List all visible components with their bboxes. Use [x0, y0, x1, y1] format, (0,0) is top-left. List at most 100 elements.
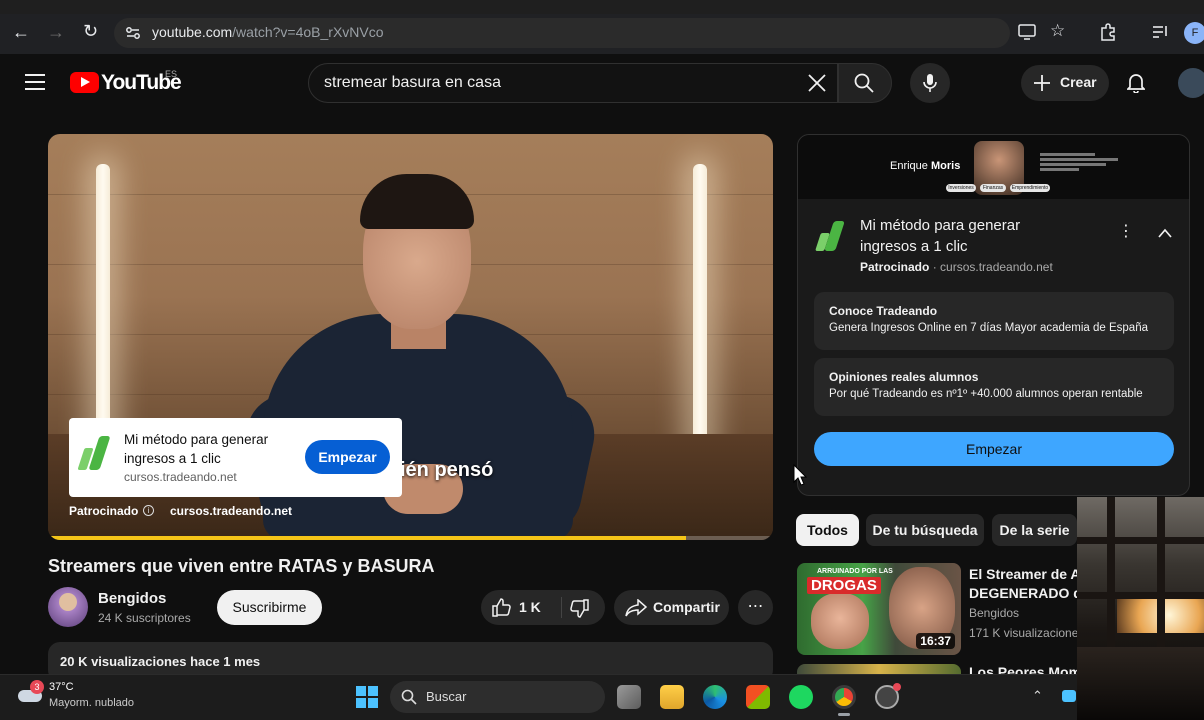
dislike-thumb-down-icon[interactable]	[569, 599, 589, 618]
companion-ad-cta-button[interactable]: Empezar	[814, 432, 1174, 466]
tray-cloud-icon[interactable]	[1062, 690, 1076, 702]
ad-banner-image[interactable]: Enrique Moris Inversiones Finanzas Empre…	[798, 135, 1189, 199]
chrome-browser-icon[interactable]	[832, 685, 856, 709]
subscribe-button[interactable]: Suscribirme	[217, 590, 322, 625]
create-label: Crear	[1060, 74, 1097, 90]
companion-ad-sponsor-line: Patrocinado · cursos.tradeando.net	[860, 260, 1053, 274]
share-arrow-icon	[625, 599, 647, 617]
recommended-title-line[interactable]: DEGENERADO de	[969, 584, 1079, 602]
webcam-window-frame	[1077, 537, 1204, 544]
taskbar-search-box[interactable]	[390, 681, 605, 713]
microsoft-store-icon[interactable]	[746, 685, 770, 709]
webcam-foreground	[1077, 647, 1204, 720]
microphone-icon	[923, 74, 937, 92]
channel-name[interactable]: Bengidos	[98, 590, 166, 607]
subscriber-count: 24 K suscriptores	[98, 611, 191, 625]
recording-dot-icon	[893, 683, 901, 691]
menu-hamburger-icon[interactable]	[25, 73, 45, 91]
plus-icon	[1034, 75, 1050, 91]
overlay-ad-url[interactable]: cursos.tradeando.net	[124, 470, 237, 484]
sitelink-body: Genera Ingresos Online en 7 días Mayor a…	[829, 322, 1148, 334]
ad-sitelink-card[interactable]: Opiniones reales alumnos Por qué Tradean…	[814, 358, 1174, 416]
ad-strip-url[interactable]: cursos.tradeando.net	[170, 504, 292, 518]
webcam-window-frame	[1077, 592, 1204, 599]
thumbnail-face	[811, 593, 869, 649]
spotify-icon[interactable]	[789, 685, 813, 709]
banner-text-line	[1040, 163, 1107, 166]
url-host: youtube.com	[152, 24, 233, 40]
video-progress-fill	[48, 536, 686, 540]
video-duration-badge: 16:37	[916, 633, 955, 649]
browser-tab-strip	[0, 0, 1204, 14]
weather-temperature[interactable]: 37°C	[49, 681, 74, 693]
banner-chip: Emprendimiento	[1010, 184, 1050, 192]
active-app-indicator	[838, 713, 850, 716]
ad-info-icon[interactable]: i	[143, 505, 154, 516]
recommended-thumbnail[interactable]: ARRUINADO POR LAS DROGAS 16:37	[797, 563, 961, 655]
search-input[interactable]: stremear basura en casa	[324, 74, 501, 92]
region-code: ES	[165, 69, 178, 79]
chip-from-series[interactable]: De la serie	[992, 514, 1077, 546]
overlay-ad-title[interactable]: Mi método para generar ingresos a 1 clic	[124, 430, 294, 468]
url-text[interactable]: youtube.com/watch?v=4oB_rXvNVco	[152, 24, 384, 40]
ad-options-kebab-icon[interactable]: ⋮	[1118, 221, 1134, 241]
like-count[interactable]: 1 K	[519, 599, 541, 615]
chip-from-search[interactable]: De tu búsqueda	[866, 514, 984, 546]
overlay-ad-card[interactable]: Mi método para generar ingresos a 1 clic…	[69, 418, 402, 497]
profile-avatar[interactable]: F	[1184, 22, 1204, 44]
search-icon	[854, 73, 874, 93]
collapse-chevron-up-icon[interactable]	[1158, 228, 1172, 238]
thumbnail-caption-big: DROGAS	[807, 577, 881, 594]
sitelink-heading: Conoce Tradeando	[829, 304, 938, 318]
bookmark-star-icon[interactable]: ☆	[1050, 21, 1065, 41]
share-label: Compartir	[653, 599, 720, 615]
media-controls-icon[interactable]	[1152, 24, 1170, 40]
cast-icon[interactable]	[1018, 24, 1036, 40]
banner-chip: Inversiones	[946, 184, 976, 192]
more-actions-icon[interactable]: ⋯	[738, 590, 773, 625]
banner-name-last: Moris	[930, 160, 961, 172]
sponsored-label: Patrocinado	[69, 504, 139, 518]
weather-description[interactable]: Mayorm. nublado	[49, 697, 134, 709]
taskbar-search-label: Buscar	[426, 689, 467, 704]
like-divider	[561, 597, 562, 618]
account-avatar[interactable]	[1178, 68, 1204, 98]
tray-chevron-up-icon[interactable]: ⌃	[1032, 688, 1043, 704]
video-player[interactable]: ién pensó Mi método para generar ingreso…	[48, 134, 773, 540]
recommended-channel[interactable]: Bengidos	[969, 606, 1019, 620]
companion-ad-title[interactable]: Mi método para generar ingresos a 1 clic	[860, 215, 1060, 257]
notifications-bell-icon[interactable]	[1127, 72, 1145, 93]
ad-domain[interactable]: cursos.tradeando.net	[940, 260, 1053, 274]
banner-text-line	[1040, 158, 1118, 161]
webcam-overlay	[1077, 497, 1204, 720]
sitelink-heading: Opiniones reales alumnos	[829, 370, 979, 384]
banner-name: Enrique Moris	[890, 160, 960, 172]
channel-avatar[interactable]	[48, 587, 88, 627]
companion-ad-panel: Enrique Moris Inversiones Finanzas Empre…	[797, 134, 1190, 496]
task-view-icon[interactable]	[617, 685, 641, 709]
windows-start-icon[interactable]	[355, 685, 379, 709]
recommended-title-line[interactable]: El Streamer de Ap	[969, 565, 1079, 583]
overlay-ad-cta-button[interactable]: Empezar	[305, 440, 390, 474]
banner-name-first: Enrique	[890, 160, 928, 172]
youtube-play-icon	[81, 77, 90, 87]
banner-chip: Finanzas	[980, 184, 1006, 192]
avatar-face	[59, 593, 77, 611]
banner-text-line	[1040, 153, 1095, 156]
file-explorer-icon[interactable]	[660, 685, 684, 709]
site-settings-icon[interactable]	[124, 24, 142, 42]
forward-arrow-icon[interactable]: →	[47, 22, 65, 42]
chip-all[interactable]: Todos	[796, 514, 859, 546]
video-progress-bar[interactable]	[48, 536, 773, 540]
back-arrow-icon[interactable]: ←	[12, 22, 30, 42]
edge-browser-icon[interactable]	[703, 685, 727, 709]
extensions-icon[interactable]	[1099, 23, 1117, 41]
like-thumb-up-icon[interactable]	[492, 598, 512, 617]
thumbnail-caption-small: ARRUINADO POR LAS	[817, 568, 893, 575]
url-path: /watch?v=4oB_rXvNVco	[232, 24, 384, 40]
ad-sitelink-card[interactable]: Conoce Tradeando Genera Ingresos Online …	[814, 292, 1174, 350]
clear-search-icon[interactable]	[808, 74, 826, 92]
presenter-hair	[360, 174, 474, 229]
sitelink-body: Por qué Tradeando es nº1º +40.000 alumno…	[829, 388, 1143, 400]
reload-icon[interactable]: ↻	[83, 21, 98, 41]
